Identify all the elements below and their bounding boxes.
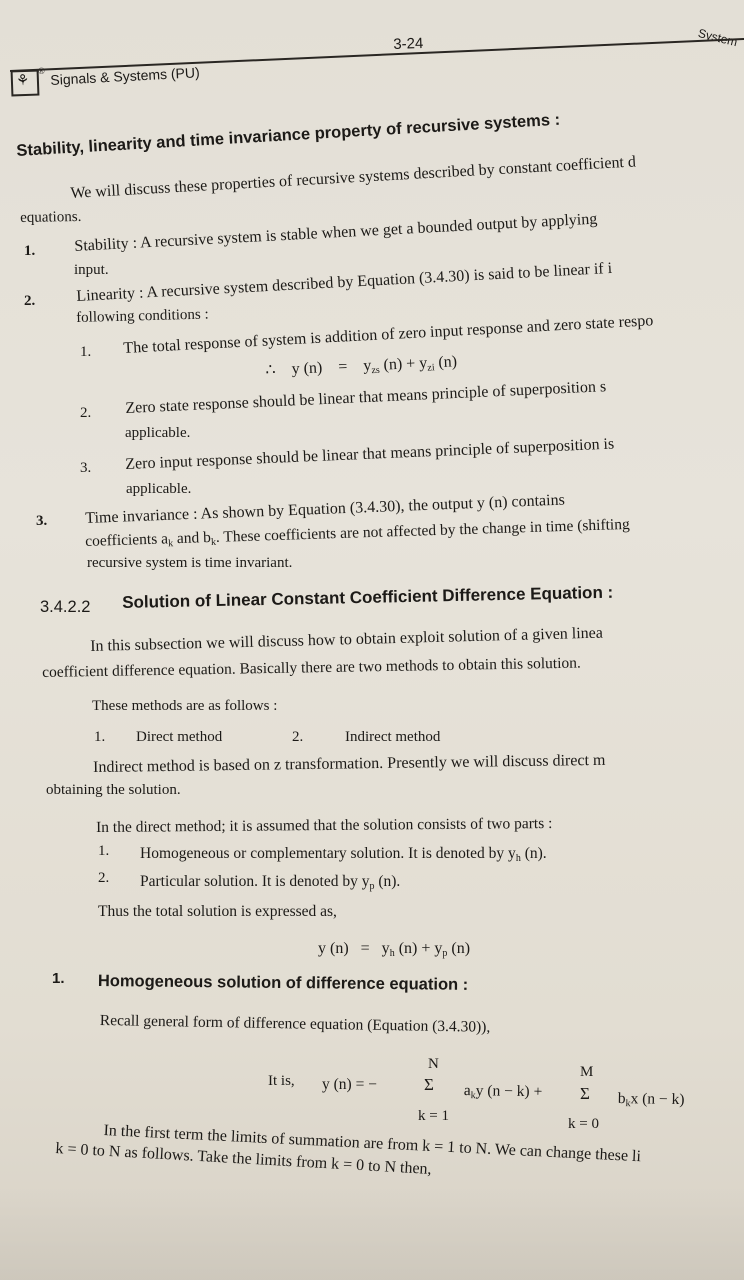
part-2-text: Particular solution. It is denoted by yp… <box>140 873 401 892</box>
paragraph-5: Thus the total solution is expressed as, <box>98 903 337 920</box>
sigma-2: Σ <box>580 1084 590 1103</box>
part-1-text: Homogeneous or complementary solution. I… <box>140 845 547 864</box>
subsection-number: 3.4.2.2 <box>40 598 91 616</box>
sum1-upper-limit: N <box>428 1056 439 1072</box>
homogeneous-number: 1. <box>52 970 65 987</box>
header-rule <box>10 37 744 72</box>
part-2-number: 2. <box>98 870 110 886</box>
it-is-label: It is, <box>268 1073 295 1089</box>
part-1-number: 1. <box>98 843 110 859</box>
stability-line-2: input. <box>74 262 109 278</box>
linearity-line-1: Linearity : A recursive system described… <box>76 259 613 305</box>
section-heading: Stability, linearity and time invariance… <box>16 110 561 160</box>
equation-lhs: y (n) = − <box>322 1076 377 1093</box>
sum2-lower-limit: k = 0 <box>568 1116 599 1132</box>
item-number: 1. <box>24 243 36 259</box>
sub-item-3-line-2: applicable. <box>126 481 192 497</box>
sub-item-number: 1. <box>80 344 92 360</box>
equation-response: ∴ y (n) = yzs (n) + yzi (n) <box>265 353 458 379</box>
paragraph-3-line-1: Indirect method is based on z transforma… <box>93 751 606 776</box>
sub-item-number: 2. <box>80 405 92 421</box>
paragraph-1-line-2: coefficient difference equation. Basical… <box>42 654 581 681</box>
method-1-label: Direct method <box>136 729 223 745</box>
method-2-label: Indirect method <box>345 729 441 745</box>
sub-item-number: 3. <box>80 460 92 476</box>
publisher-logo: ⚘ <box>10 69 40 97</box>
subsection-title: Solution of Linear Constant Coefficient … <box>122 582 614 612</box>
stability-text: Stability : A recursive system is stable… <box>74 210 598 255</box>
sub-item-2-line-1: Zero state response should be linear tha… <box>125 378 607 417</box>
item-number: 2. <box>24 293 36 309</box>
recall-text: Recall general form of difference equati… <box>99 1012 491 1036</box>
sub-item-3-line-1: Zero input response should be linear tha… <box>125 435 615 473</box>
sigma-1: Σ <box>424 1075 434 1094</box>
equation-total-solution: y (n) = yh (n) + yp (n) <box>318 940 471 959</box>
intro-line-1: We will discuss these properties of recu… <box>70 153 637 202</box>
linearity-line-2: following conditions : <box>76 306 209 326</box>
sub-item-2-line-2: applicable. <box>125 425 191 441</box>
intro-line-2: equations. <box>20 208 82 226</box>
sum2-upper-limit: M <box>580 1064 594 1080</box>
sum2-term: bkx (n − k) <box>617 1090 685 1110</box>
paragraph-3-line-2: obtaining the solution. <box>46 782 181 798</box>
page-number: 3-24 <box>393 34 424 53</box>
paragraph-4: In the direct method; it is assumed that… <box>96 815 553 836</box>
book-page: 3-24 System ⚘ ® Signals & Systems (PU) S… <box>0 0 744 1280</box>
page-shadow <box>0 1185 744 1280</box>
homogeneous-heading: Homogeneous solution of difference equat… <box>97 972 469 994</box>
paragraph-2: These methods are as follows : <box>92 698 278 714</box>
time-invariance-line-3: recursive system is time invariant. <box>87 555 293 571</box>
method-1-number: 1. <box>94 729 106 745</box>
method-2-number: 2. <box>292 729 304 745</box>
paragraph-1-line-1: In this subsection we will discuss how t… <box>90 624 604 655</box>
sum1-term: aky (n − k) + <box>463 1082 543 1102</box>
item-number: 3. <box>36 513 48 529</box>
sum1-lower-limit: k = 1 <box>418 1108 449 1124</box>
stability-line-1: Stability : A recursive system is stable… <box>74 211 598 256</box>
